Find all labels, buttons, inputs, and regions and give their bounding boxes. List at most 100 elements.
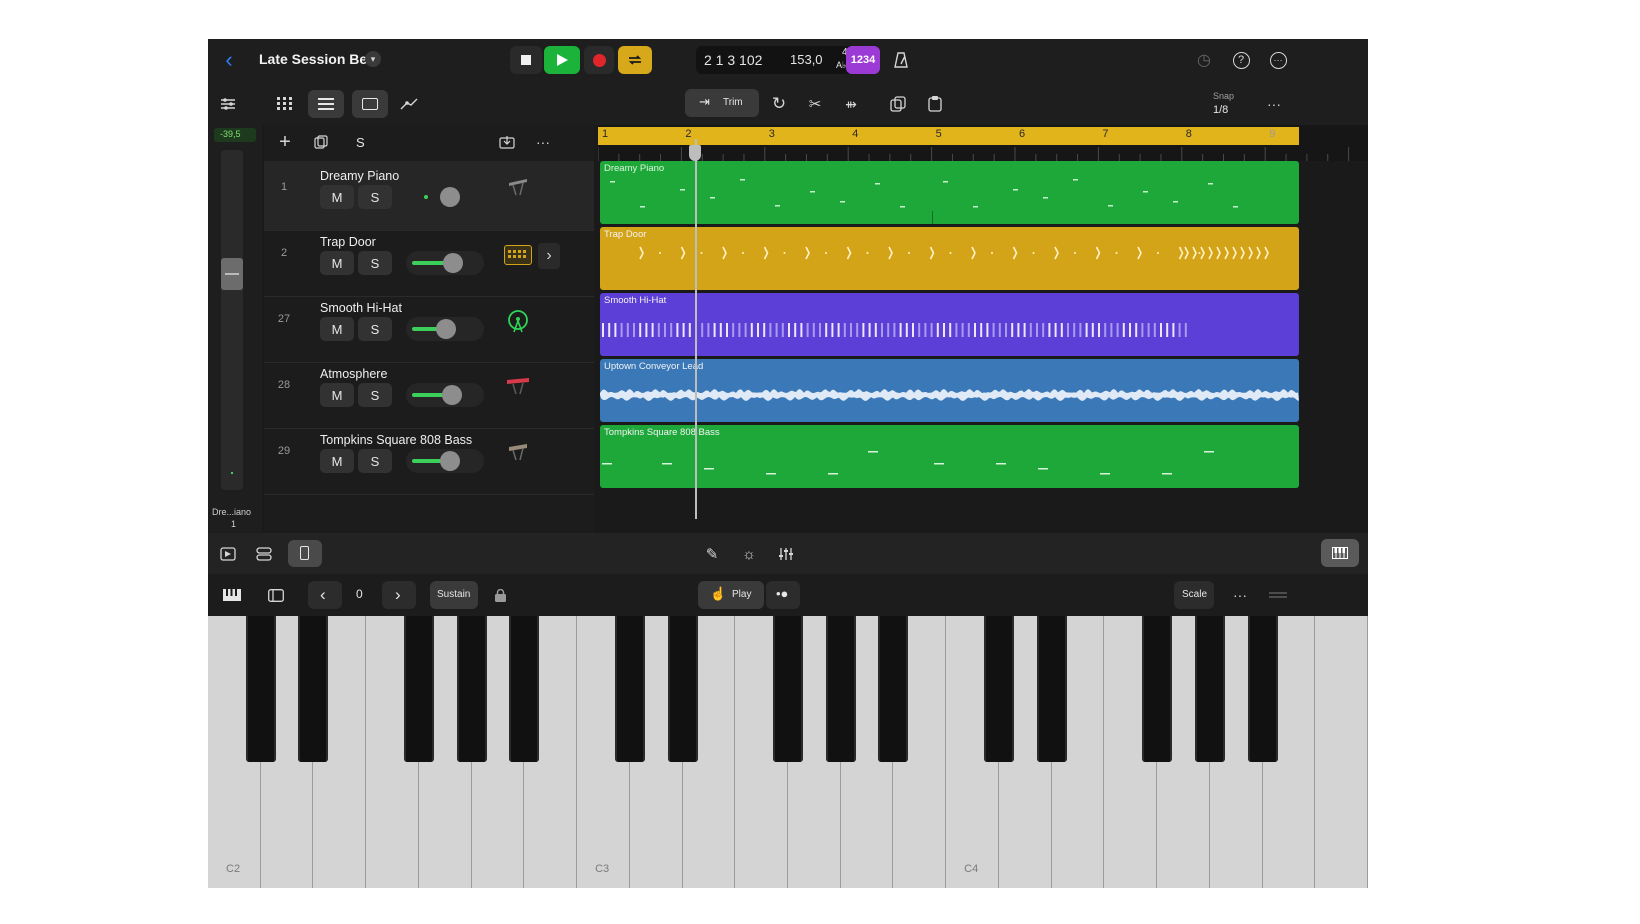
join-tool-icon[interactable]: ⇻ [837,90,865,118]
automation-icon[interactable] [394,90,424,118]
quantize-icon[interactable]: ☼ [735,540,763,568]
black-key[interactable] [456,616,487,762]
region-uptown-conveyor-lead[interactable]: Uptown Conveyor Lead [600,359,1299,422]
mute-button[interactable]: M [320,383,354,407]
volume-knob[interactable] [442,385,463,405]
expand-chevron-icon[interactable]: › [538,243,560,269]
white-key[interactable] [1315,616,1368,888]
mixer-sliders-icon[interactable] [772,540,800,568]
volume-slider[interactable] [406,251,484,275]
volume-knob[interactable] [439,451,460,471]
help-icon[interactable]: ? [1228,47,1254,73]
solo-button[interactable]: S [358,251,392,275]
mute-button[interactable]: M [320,317,354,341]
track-header-more-icon[interactable]: ··· [530,129,556,155]
metronome-icon[interactable] [888,47,914,73]
arpeggiator-button[interactable]: •● [766,581,800,609]
piano-keyboard[interactable]: C2 C3 C4 [208,616,1368,888]
volume-knob[interactable] [435,319,456,339]
track-row-29[interactable]: 29 Tompkins Square 808 Bass M S [264,425,594,495]
mute-button[interactable]: M [320,449,354,473]
solo-button[interactable]: S [358,449,392,473]
volume-fader-track[interactable] [221,150,243,490]
region-tompkins-808-bass[interactable]: Tompkins Square 808 Bass [600,425,1299,488]
track-row-27[interactable]: 27 Smooth Hi-Hat M S [264,293,594,363]
region-view-button[interactable] [352,90,388,118]
record-button[interactable] [584,46,614,74]
volume-slider[interactable] [406,383,484,407]
sidebar-toggle-icon[interactable] [262,581,290,609]
lock-icon[interactable] [488,581,512,609]
solo-button[interactable]: S [358,317,392,341]
black-key[interactable] [245,616,276,762]
black-key[interactable] [1194,616,1225,762]
copy-icon[interactable] [884,90,912,118]
duplicate-track-icon[interactable] [308,129,334,155]
pencil-icon[interactable]: ✎ [698,540,726,568]
live-loops-grid-icon[interactable] [270,90,300,118]
track-row-2[interactable]: 2 Trap Door M S › [264,227,594,297]
black-key[interactable] [878,616,909,762]
black-key[interactable] [1247,616,1278,762]
timeline-ruler[interactable]: 1 2 3 4 5 6 7 8 9 [598,125,1368,161]
black-key[interactable] [1142,616,1173,762]
black-key[interactable] [614,616,645,762]
black-key[interactable] [825,616,856,762]
black-key[interactable] [403,616,434,762]
count-in-button[interactable]: 1234 [846,46,880,74]
track-row-28[interactable]: 28 Atmosphere M S [264,359,594,429]
tracks-area[interactable]: Dreamy Piano Trap Door Smooth Hi-Hat Upt… [598,161,1368,595]
global-solo-label[interactable]: S [356,135,365,150]
keyboard-toggle-button[interactable] [1321,539,1359,567]
black-key[interactable] [983,616,1014,762]
play-button[interactable] [544,46,580,74]
undo-history-icon[interactable]: ◷ [1191,47,1217,73]
cycle-region[interactable] [598,127,1299,145]
snap-value[interactable]: 1/8 [1213,104,1228,116]
toolbar-more-icon[interactable]: ··· [1260,90,1288,118]
back-chevron-icon[interactable]: ‹ [216,47,242,73]
lcd-display[interactable]: 2 1 3 102 153,0 4/4 A♭ min [696,46,868,74]
region-smooth-hi-hat[interactable]: Smooth Hi-Hat [600,293,1299,356]
track-row-1[interactable]: 1 Dreamy Piano M S [264,161,594,231]
split-scissors-icon[interactable]: ✂ [801,90,829,118]
mute-button[interactable]: M [320,185,354,209]
add-track-icon[interactable]: + [272,129,298,155]
scale-button[interactable]: Scale [1174,581,1214,609]
octave-down-button[interactable]: ‹ [308,581,342,609]
volume-slider[interactable] [406,185,484,209]
project-title[interactable]: Late Session Beat [259,51,380,67]
resize-handle-icon[interactable] [1264,581,1292,609]
inspector-sliders-icon[interactable] [214,90,242,118]
volume-slider[interactable] [406,317,484,341]
volume-knob[interactable] [439,187,460,207]
mute-button[interactable]: M [320,251,354,275]
trim-tool-button[interactable]: ⇥ Trim [685,89,759,117]
volume-knob[interactable] [443,253,464,273]
region-trap-door[interactable]: Trap Door [600,227,1299,290]
paste-icon[interactable] [921,90,949,118]
cycle-button[interactable] [618,46,652,74]
black-key[interactable] [773,616,803,762]
smart-controls-icon[interactable] [250,540,278,568]
library-icon[interactable] [214,540,242,568]
black-key[interactable] [509,616,540,762]
region-dreamy-piano[interactable]: Dreamy Piano [600,161,1299,224]
title-menu-chevron-icon[interactable]: ▾ [365,51,381,67]
loop-tool-icon[interactable]: ↻ [765,90,793,118]
stop-button[interactable] [510,46,542,74]
keyboard-more-icon[interactable]: ··· [1226,581,1254,609]
octave-up-button[interactable]: › [382,581,416,609]
instrument-selector-icon[interactable] [214,581,250,609]
import-icon[interactable] [494,129,520,155]
play-mode-button[interactable]: ☝ Play [698,581,764,609]
black-key[interactable] [1036,616,1067,762]
editor-toggle-button[interactable] [288,540,322,567]
tracks-view-button[interactable] [308,90,344,118]
solo-button[interactable]: S [358,383,392,407]
volume-slider[interactable] [406,449,484,473]
more-options-icon[interactable]: ··· [1265,47,1291,73]
volume-fader-handle[interactable] [221,258,243,290]
black-key[interactable] [667,616,698,762]
sustain-button[interactable]: Sustain [430,581,478,609]
